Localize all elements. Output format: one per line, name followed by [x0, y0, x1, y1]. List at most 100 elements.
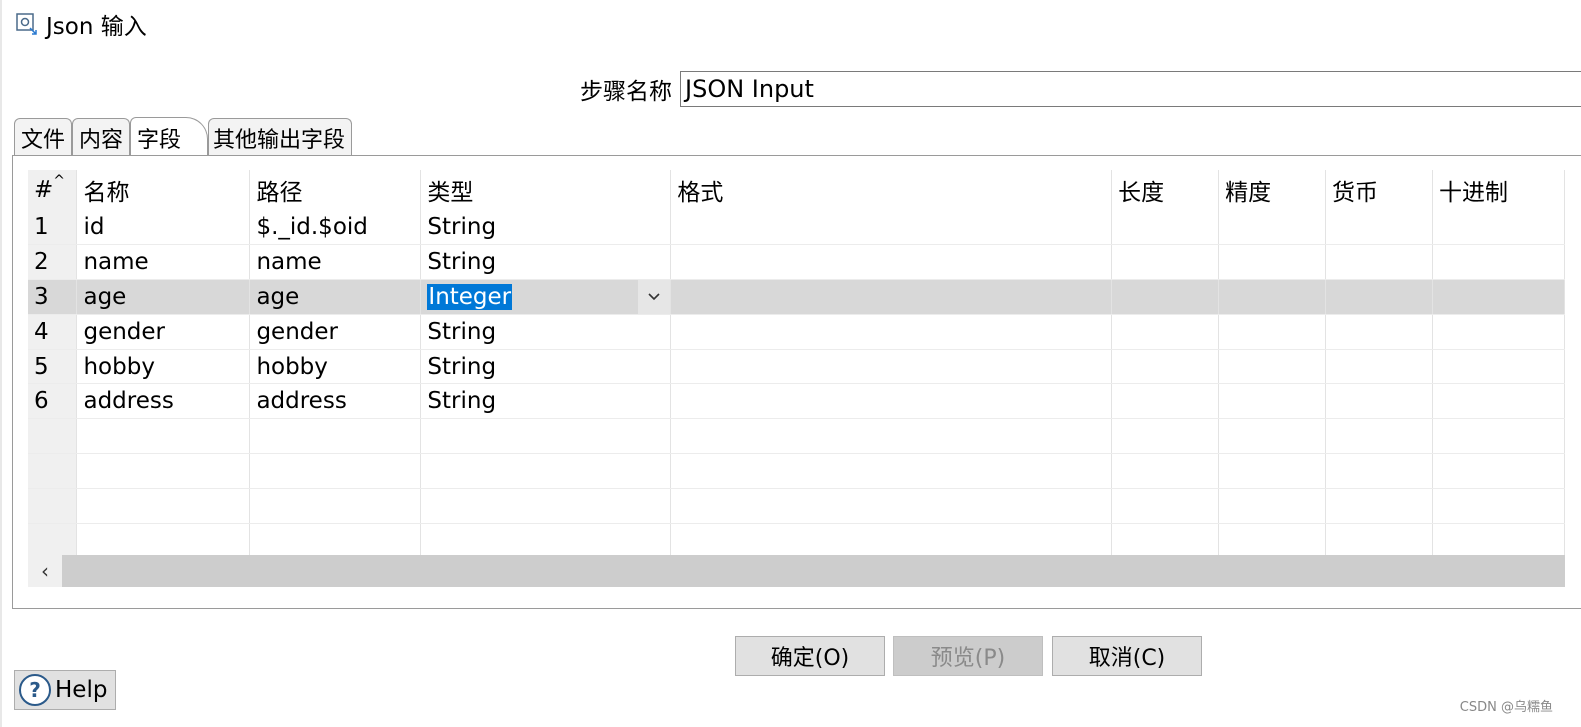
cell-format[interactable]: [670, 349, 1113, 385]
empty-cell[interactable]: [1111, 418, 1220, 455]
cell-length[interactable]: [1111, 349, 1220, 385]
empty-cell[interactable]: [1218, 453, 1327, 489]
tab-fields[interactable]: 字段: [130, 117, 209, 157]
cell-currency[interactable]: [1325, 383, 1433, 420]
cell-path[interactable]: address: [249, 383, 422, 420]
cell-decimal[interactable]: [1432, 210, 1565, 246]
cell-type[interactable]: String: [420, 383, 672, 420]
empty-cell[interactable]: [670, 523, 1113, 556]
tab-file[interactable]: 文件: [14, 118, 73, 156]
empty-cell[interactable]: [420, 418, 672, 455]
column-header-length[interactable]: 长度: [1111, 170, 1220, 210]
cell-decimal[interactable]: [1432, 383, 1565, 420]
cell-type-editor[interactable]: Integer: [420, 279, 672, 315]
empty-cell[interactable]: [1218, 488, 1327, 524]
chevron-down-icon[interactable]: [638, 280, 670, 314]
empty-cell[interactable]: [670, 488, 1113, 524]
preview-button[interactable]: 预览(P): [893, 636, 1043, 676]
cell-format[interactable]: [670, 244, 1113, 281]
tab-content[interactable]: 内容: [72, 118, 131, 156]
type-combo-value[interactable]: Integer: [427, 283, 513, 310]
empty-cell[interactable]: [249, 418, 422, 455]
cell-name[interactable]: gender: [76, 314, 251, 350]
cell-format[interactable]: [670, 210, 1113, 246]
cell-currency[interactable]: [1325, 349, 1433, 385]
empty-cell[interactable]: [670, 418, 1113, 455]
empty-cell[interactable]: [1111, 488, 1220, 524]
scrollbar-thumb[interactable]: [62, 555, 1565, 587]
column-header-format[interactable]: 格式: [670, 170, 1113, 210]
empty-cell[interactable]: [1432, 453, 1565, 489]
cell-length[interactable]: [1111, 314, 1220, 350]
table-row-empty[interactable]: [28, 523, 1565, 556]
tab-additional-output-fields[interactable]: 其他输出字段: [208, 118, 353, 156]
empty-cell[interactable]: [1325, 453, 1433, 489]
scroll-left-icon[interactable]: ‹: [28, 555, 62, 587]
table-row[interactable]: 4 gender gender String: [28, 314, 1565, 350]
table-row-empty[interactable]: [28, 488, 1565, 524]
cell-precision[interactable]: [1218, 244, 1327, 281]
empty-cell[interactable]: [1111, 453, 1220, 489]
empty-cell[interactable]: [249, 523, 422, 556]
cell-precision[interactable]: [1218, 383, 1327, 420]
table-row[interactable]: 1 id $._id.$oid String: [28, 210, 1565, 246]
cell-currency[interactable]: [1325, 210, 1433, 246]
cell-length[interactable]: [1111, 244, 1220, 281]
stepname-input[interactable]: JSON Input: [680, 71, 1581, 107]
cell-format[interactable]: [670, 314, 1113, 350]
cancel-button[interactable]: 取消(C): [1052, 636, 1202, 676]
cell-length[interactable]: [1111, 383, 1220, 420]
cell-type[interactable]: String: [420, 314, 672, 350]
cell-name[interactable]: hobby: [76, 349, 251, 385]
cell-format[interactable]: [670, 279, 1113, 315]
cell-currency[interactable]: [1325, 244, 1433, 281]
table-row[interactable]: 5 hobby hobby String: [28, 349, 1565, 385]
cell-format[interactable]: [670, 383, 1113, 420]
help-button[interactable]: ? Help: [14, 670, 116, 710]
cell-type[interactable]: String: [420, 244, 672, 281]
column-header-path[interactable]: 路径: [249, 170, 422, 210]
table-row[interactable]: 2 name name String: [28, 244, 1565, 281]
empty-cell[interactable]: [76, 453, 251, 489]
cell-decimal[interactable]: [1432, 349, 1565, 385]
cell-length[interactable]: [1111, 279, 1220, 315]
empty-cell[interactable]: [1432, 418, 1565, 455]
cell-decimal[interactable]: [1432, 244, 1565, 281]
cell-path[interactable]: age: [249, 279, 422, 315]
cell-path[interactable]: $._id.$oid: [249, 210, 422, 246]
cell-type[interactable]: String: [420, 210, 672, 246]
column-header-precision[interactable]: 精度: [1218, 170, 1327, 210]
horizontal-scrollbar[interactable]: ‹: [28, 555, 1565, 587]
empty-cell[interactable]: [76, 523, 251, 556]
cell-name[interactable]: address: [76, 383, 251, 420]
cell-decimal[interactable]: [1432, 279, 1565, 315]
cell-name[interactable]: age: [76, 279, 251, 315]
cell-currency[interactable]: [1325, 279, 1433, 315]
empty-cell[interactable]: [76, 418, 251, 455]
table-row-empty[interactable]: [28, 418, 1565, 455]
column-header-name[interactable]: 名称: [76, 170, 251, 210]
cell-decimal[interactable]: [1432, 314, 1565, 350]
cell-name[interactable]: id: [76, 210, 251, 246]
empty-cell[interactable]: [1218, 523, 1327, 556]
empty-cell[interactable]: [670, 453, 1113, 489]
empty-cell[interactable]: [1325, 418, 1433, 455]
empty-cell[interactable]: [420, 488, 672, 524]
empty-cell[interactable]: [1432, 523, 1565, 556]
column-header-currency[interactable]: 货币: [1325, 170, 1433, 210]
empty-cell[interactable]: [1432, 488, 1565, 524]
empty-cell[interactable]: [1325, 523, 1433, 556]
column-header-decimal[interactable]: 十进制: [1432, 170, 1565, 210]
cell-precision[interactable]: [1218, 210, 1327, 246]
empty-cell[interactable]: [1325, 488, 1433, 524]
table-row-selected[interactable]: 3 age age Integer: [28, 279, 1565, 315]
empty-cell[interactable]: [249, 453, 422, 489]
cell-precision[interactable]: [1218, 349, 1327, 385]
cell-type[interactable]: String: [420, 349, 672, 385]
table-row[interactable]: 6 address address String: [28, 383, 1565, 420]
empty-cell[interactable]: [1218, 418, 1327, 455]
column-header-number[interactable]: #^: [28, 170, 78, 210]
empty-cell[interactable]: [249, 488, 422, 524]
cell-precision[interactable]: [1218, 279, 1327, 315]
cell-path[interactable]: hobby: [249, 349, 422, 385]
